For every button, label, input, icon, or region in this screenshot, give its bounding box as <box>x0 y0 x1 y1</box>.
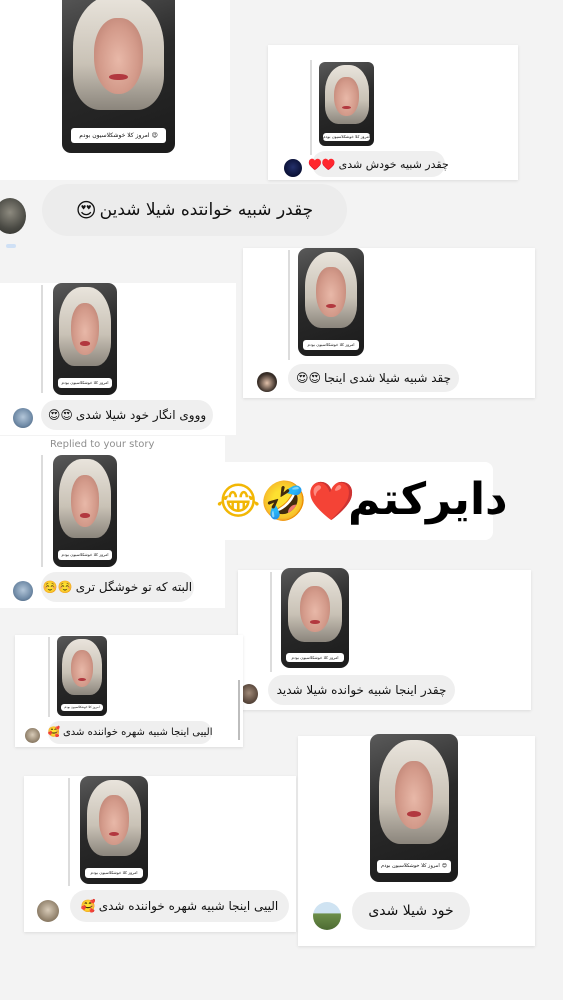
message-bubble: الییی اینجا شبیه شهره خواننده شدی 🥰 <box>47 721 213 744</box>
story-thumbnail[interactable]: امروز کلا خوشکلاسیون بودم <box>57 636 107 716</box>
story-thumbnail[interactable]: امروز کلا خوشکلاسیون بودم <box>53 455 117 567</box>
smiling-hearts-emoji: 🥰 <box>80 899 96 913</box>
avatar-user-photo[interactable] <box>13 408 33 428</box>
message-text: وووی انگار خود شیلا شدی <box>75 408 207 422</box>
avatar-user-photo[interactable] <box>25 728 40 743</box>
message-text: البته که تو خوشگل تری <box>75 580 193 594</box>
story-caption: امروز کلا خوشکلاسیون بودم <box>58 550 112 561</box>
message-bubble: البته که تو خوشگل تری ☺️☺️ <box>41 572 194 602</box>
smiling-emoji: ☺️☺️ <box>42 580 73 594</box>
smiling-hearts-emoji: 🥰 <box>47 727 60 738</box>
message-bubble: چقدر اینجا شبیه خوانده شیلا شدید <box>268 675 455 705</box>
message-bubble: الییی اینجا شبیه شهره خواننده شدی 🥰 <box>70 890 289 922</box>
story-caption: امروز کلا خوشکلاسیون بودم <box>286 653 344 662</box>
story-caption: امروز کلا خوشکلاسیون بودم <box>323 133 370 141</box>
message-text: چقدر اینجا شبیه خوانده شیلا شدید <box>276 683 447 697</box>
avatar-user-photo[interactable] <box>0 198 26 234</box>
overlay-emojis: 😂🤣❤️ <box>216 479 356 523</box>
avatar-user-photo[interactable] <box>13 581 33 601</box>
message-text: خود شیلا شدی <box>368 903 454 919</box>
story-thumbnail[interactable]: 😍 امروز کلا خوشکلاسیون بودم <box>62 0 175 153</box>
avatar-user-photo[interactable] <box>37 900 59 922</box>
avatar-dark-circle[interactable] <box>284 159 302 177</box>
message-text: الییی اینجا شبیه شهره خواننده شدی <box>98 899 279 913</box>
story-caption: امروز کلا خوشکلاسیون بودم <box>61 704 103 712</box>
heart-eyes-emoji: 😍 <box>75 198 97 222</box>
reply-line <box>270 572 272 672</box>
message-text: چقدر شبیه خوانتده شیلا شدین <box>99 200 314 220</box>
heart-emoji: ♥️♥️ <box>308 157 336 171</box>
avatar-landscape-photo[interactable] <box>313 902 341 930</box>
story-thumbnail[interactable]: امروز کلا خوشکلاسیون بودم <box>319 62 374 146</box>
story-thumbnail[interactable]: امروز کلا خوشکلاسیون بودم <box>298 248 364 356</box>
message-text: چقدر شبیه خودش شدی <box>338 157 449 171</box>
story-caption: 😍 امروز کلا خوشکلاسیون بودم <box>377 859 451 874</box>
reply-line <box>41 285 43 393</box>
overlay-text: دایرکتم <box>348 474 508 525</box>
heart-eyes-emoji: 😍😍 <box>47 408 73 422</box>
reply-line <box>41 455 43 567</box>
reply-line <box>68 778 70 886</box>
story-thumbnail[interactable]: امروز کلا خوشکلاسیون بودم <box>281 568 349 668</box>
story-caption: امروز کلا خوشکلاسیون بودم <box>303 339 359 350</box>
message-bubble: چقد شبیه شیلا شدی اینجا 😍😍 <box>288 364 459 392</box>
message-bubble: چقدر شبیه خودش شدی ♥️♥️ <box>308 151 449 177</box>
story-caption: امروز کلا خوشکلاسیون بودم <box>58 378 112 389</box>
heart-eyes-emoji: 😍😍 <box>295 371 321 385</box>
message-text: چقد شبیه شیلا شدی اینجا <box>323 371 452 385</box>
reply-line <box>48 637 50 717</box>
reply-line <box>288 250 290 360</box>
story-thumbnail[interactable]: امروز کلا خوشکلاسیون بودم <box>53 283 117 395</box>
reply-line <box>310 60 312 155</box>
divider <box>238 680 240 740</box>
message-bubble: خود شیلا شدی <box>352 892 470 930</box>
story-caption: امروز کلا خوشکلاسیون بودم <box>85 867 143 878</box>
avatar-girl-photo[interactable] <box>257 372 277 392</box>
story-thumbnail[interactable]: امروز کلا خوشکلاسیون بودم <box>80 776 148 884</box>
message-bubble: وووی انگار خود شیلا شدی 😍😍 <box>41 400 213 430</box>
story-caption: 😍 امروز کلا خوشکلاسیون بودم <box>71 128 166 144</box>
message-text: الییی اینجا شبیه شهره خواننده شدی <box>62 727 213 738</box>
story-thumbnail[interactable]: 😍 امروز کلا خوشکلاسیون بودم <box>370 734 458 882</box>
message-bubble: چقدر شبیه خوانتده شیلا شدین 😍 <box>42 184 347 236</box>
seen-dot <box>6 244 16 248</box>
replied-to-story-label: Replied to your story <box>50 439 155 450</box>
